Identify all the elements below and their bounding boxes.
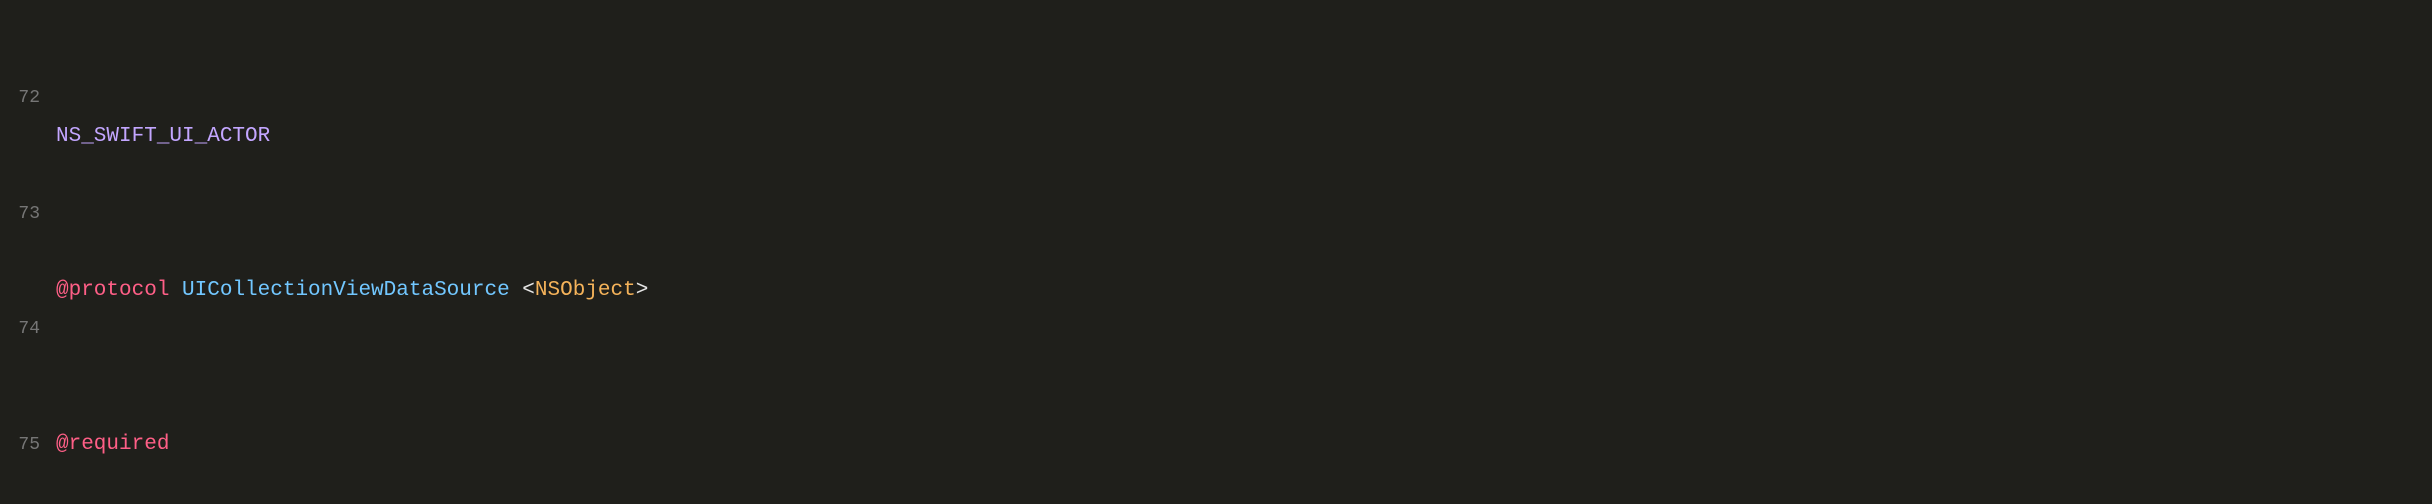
code-area[interactable]: NS_SWIFT_UI_ACTOR @protocol UICollection… <box>56 2 2432 504</box>
line-number: 75 <box>0 426 40 465</box>
token: < <box>510 279 535 302</box>
token-macro: NS_SWIFT_UI_ACTOR <box>56 125 270 148</box>
code-line[interactable]: @required <box>56 426 2432 465</box>
line-number: 73 <box>0 195 40 234</box>
code-line[interactable]: @protocol UICollectionViewDataSource <NS… <box>56 272 2432 311</box>
line-number: 72 <box>0 79 40 118</box>
line-number: 74 <box>0 310 40 349</box>
token-directive: @required <box>56 433 169 456</box>
token-directive: @protocol <box>56 279 169 302</box>
token: > <box>636 279 649 302</box>
token <box>169 279 182 302</box>
line-number-gutter: 72 73 74 75 76 77 78 79 80 81 82 83 84 <box>0 2 56 504</box>
code-line[interactable]: NS_SWIFT_UI_ACTOR <box>56 118 2432 157</box>
token-protocol-name: UICollectionViewDataSource <box>182 279 510 302</box>
token-type: NSObject <box>535 279 636 302</box>
code-editor[interactable]: 72 73 74 75 76 77 78 79 80 81 82 83 84 N… <box>0 0 2432 504</box>
